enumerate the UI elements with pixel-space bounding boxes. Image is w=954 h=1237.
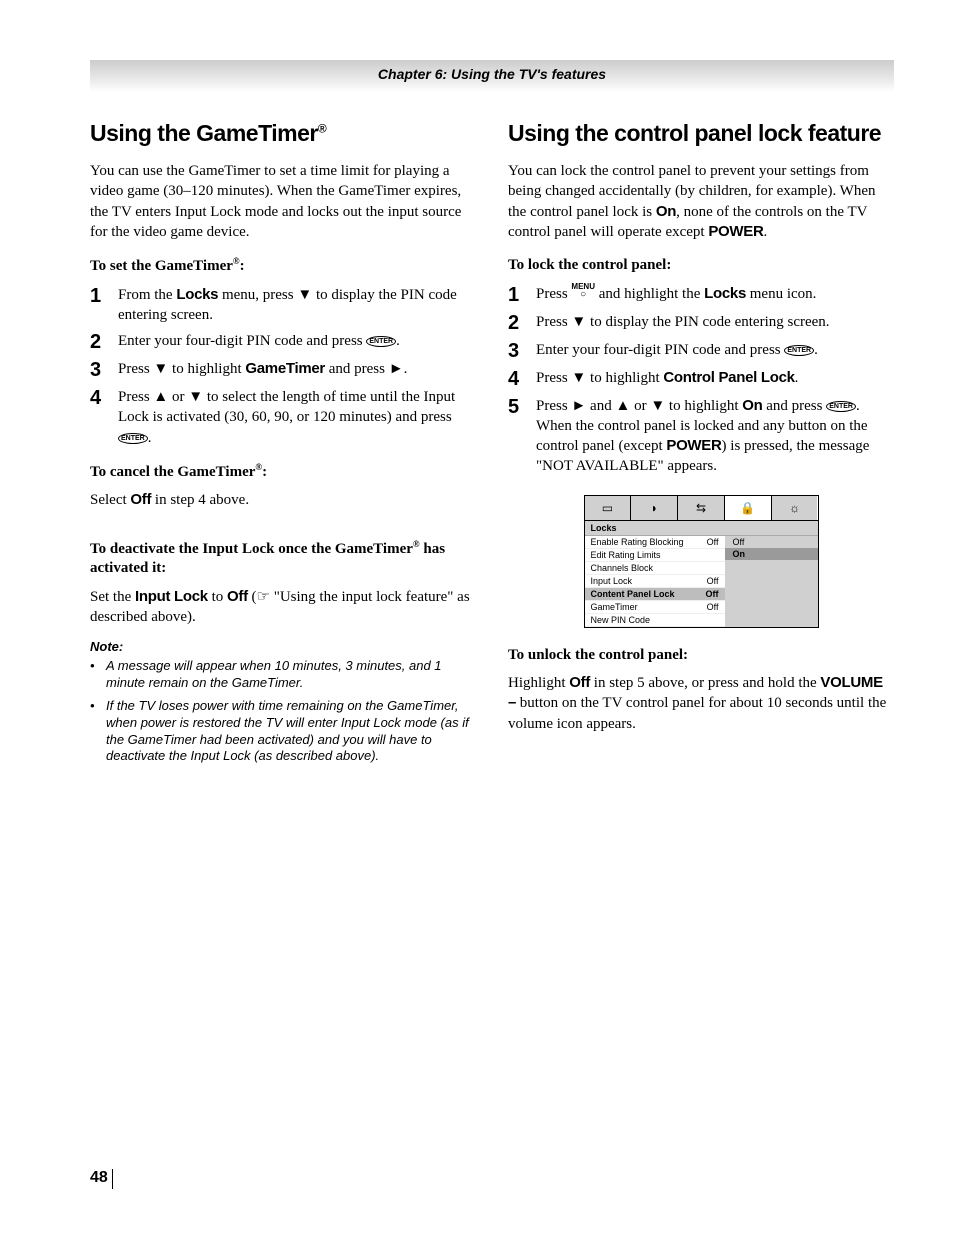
- step-2: Enter your four-digit PIN code and press…: [90, 331, 476, 353]
- gametimer-intro: You can use the GameTimer to set a time …: [90, 161, 476, 242]
- step-1: Press MENU○ and highlight the Locks menu…: [508, 284, 894, 306]
- step-2: Press ▼ to display the PIN code entering…: [508, 312, 894, 334]
- set-gametimer-subhead: To set the GameTimer®:: [90, 256, 476, 277]
- enter-icon: ENTER: [784, 345, 814, 356]
- chapter-bar: Chapter 6: Using the TV's features: [90, 60, 894, 92]
- down-arrow-icon: ▼: [650, 397, 665, 414]
- step-3: Press ▼ to highlight GameTimer and press…: [90, 359, 476, 381]
- osd-tab-audio-icon: ◗: [631, 496, 678, 520]
- osd-tab-setup-icon: ⇆: [678, 496, 725, 520]
- osd-tab-settings-icon: ☼: [772, 496, 818, 520]
- controlpanel-heading: Using the control panel lock feature: [508, 120, 894, 147]
- right-column: Using the control panel lock feature You…: [508, 120, 894, 771]
- osd-row: GameTimerOff: [585, 601, 725, 614]
- osd-row: Enable Rating BlockingOff: [585, 536, 725, 549]
- osd-tab-picture-icon: ▭: [585, 496, 632, 520]
- enter-icon: ENTER: [118, 433, 148, 444]
- page-rule: [112, 1169, 113, 1189]
- step-1: From the Locks menu, press ▼ to display …: [90, 285, 476, 326]
- down-arrow-icon: ▼: [188, 388, 203, 405]
- two-column-layout: Using the GameTimer® You can use the Gam…: [90, 120, 894, 771]
- enter-icon: ENTER: [826, 401, 856, 412]
- unlock-controlpanel-text: Highlight Off in step 5 above, or press …: [508, 673, 894, 734]
- lock-controlpanel-subhead: To lock the control panel:: [508, 256, 894, 276]
- unlock-controlpanel-subhead: To unlock the control panel:: [508, 646, 894, 666]
- down-arrow-icon: ▼: [297, 286, 312, 303]
- deactivate-inputlock-subhead: To deactivate the Input Lock once the Ga…: [90, 539, 476, 579]
- cancel-gametimer-subhead: To cancel the GameTimer®:: [90, 462, 476, 483]
- step-4: Press ▲ or ▼ to select the length of tim…: [90, 387, 476, 448]
- down-arrow-icon: ▼: [571, 313, 586, 330]
- controlpanel-intro: You can lock the control panel to preven…: [508, 161, 894, 242]
- osd-row: Channels Block: [585, 562, 725, 575]
- locks-menu-osd: ▭ ◗ ⇆ 🔒 ☼ Locks Enable Rating BlockingOf…: [584, 495, 819, 628]
- step-3: Enter your four-digit PIN code and press…: [508, 340, 894, 362]
- notes-list: A message will appear when 10 minutes, 3…: [90, 658, 476, 765]
- heading-text: Using the GameTimer: [90, 120, 318, 146]
- menu-icon: MENU○: [571, 283, 595, 299]
- note-2: If the TV loses power with time remainin…: [90, 698, 476, 766]
- right-arrow-icon: ►: [389, 360, 404, 377]
- osd-row: Input LockOff: [585, 575, 725, 588]
- up-arrow-icon: ▲: [153, 388, 168, 405]
- osd-row: New PIN Code: [585, 614, 725, 627]
- down-arrow-icon: ▼: [153, 360, 168, 377]
- osd-options-panel: OffOn: [725, 536, 818, 627]
- step-5: Press ► and ▲ or ▼ to highlight On and p…: [508, 396, 894, 477]
- osd-tabs: ▭ ◗ ⇆ 🔒 ☼: [585, 496, 818, 521]
- osd-row: Edit Rating Limits: [585, 549, 725, 562]
- down-arrow-icon: ▼: [571, 369, 586, 386]
- registered-mark: ®: [318, 121, 326, 135]
- set-gametimer-steps: From the Locks menu, press ▼ to display …: [90, 285, 476, 448]
- page-number: 48: [90, 1169, 108, 1187]
- osd-title: Locks: [585, 521, 818, 536]
- lock-controlpanel-steps: Press MENU○ and highlight the Locks menu…: [508, 284, 894, 477]
- up-arrow-icon: ▲: [615, 397, 630, 414]
- osd-option: Off: [725, 536, 818, 548]
- osd-tab-locks-icon: 🔒: [725, 496, 772, 520]
- left-column: Using the GameTimer® You can use the Gam…: [90, 120, 476, 771]
- note-1: A message will appear when 10 minutes, 3…: [90, 658, 476, 692]
- deactivate-inputlock-text: Set the Input Lock to Off (☞ "Using the …: [90, 587, 476, 628]
- osd-row: Content Panel LockOff: [585, 588, 725, 601]
- osd-list: Enable Rating BlockingOffEdit Rating Lim…: [585, 536, 725, 627]
- gametimer-heading: Using the GameTimer®: [90, 120, 476, 147]
- enter-icon: ENTER: [366, 336, 396, 347]
- osd-option: On: [725, 548, 818, 560]
- step-4: Press ▼ to highlight Control Panel Lock.: [508, 368, 894, 390]
- cancel-gametimer-text: Select Off in step 4 above.: [90, 490, 476, 510]
- pointer-icon: ☞: [257, 588, 270, 605]
- right-arrow-icon: ►: [571, 397, 586, 414]
- note-heading: Note:: [90, 639, 476, 654]
